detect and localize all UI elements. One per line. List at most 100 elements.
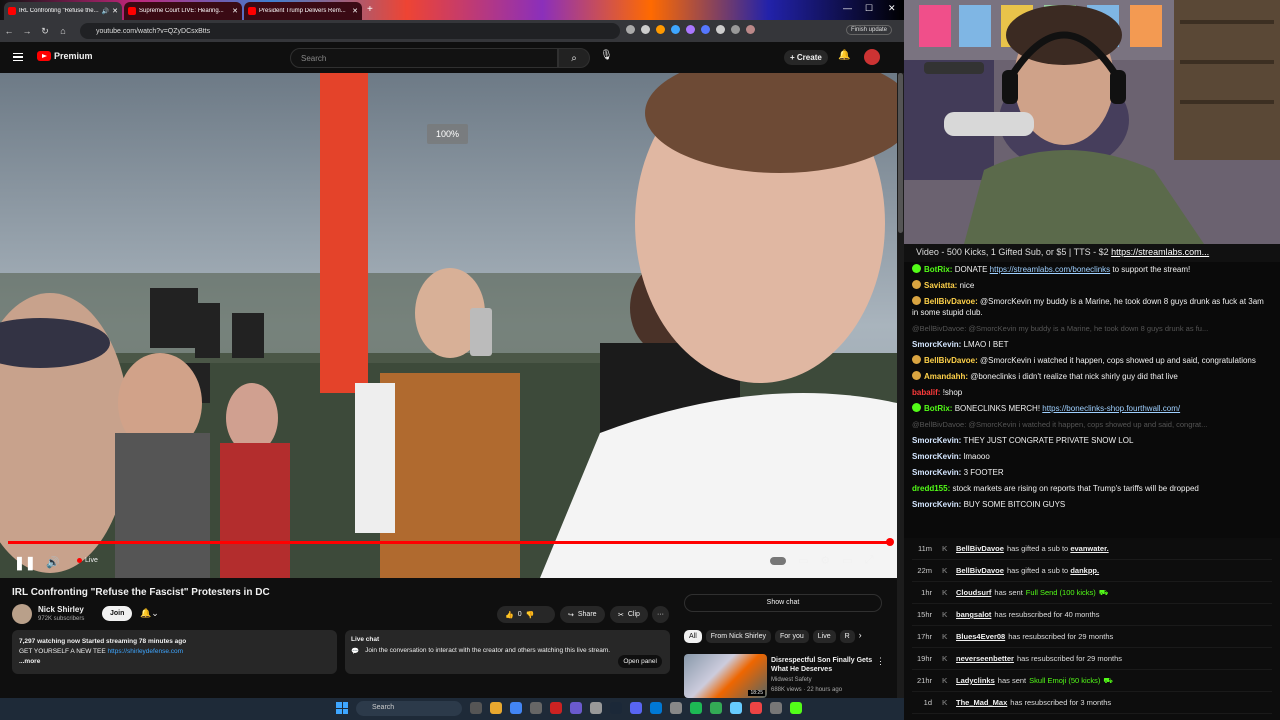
extension-icon[interactable]: [671, 25, 680, 34]
description-box[interactable]: 7,297 watching now Started streaming 78 …: [12, 630, 337, 674]
recommended-video[interactable]: 18:25 Disrespectful Son Finally Gets Wha…: [684, 654, 894, 698]
captions-icon[interactable]: ▭: [798, 554, 808, 567]
tab-close-icon[interactable]: ✕: [232, 7, 238, 15]
app-icon[interactable]: [550, 702, 562, 714]
recommended-title[interactable]: Disrespectful Son Finally Gets What He D…: [771, 656, 881, 674]
live-badge[interactable]: Live: [77, 557, 98, 564]
spotify-icon[interactable]: [690, 702, 702, 714]
more-actions-button[interactable]: ···: [652, 606, 669, 623]
channel-avatar[interactable]: [12, 604, 32, 624]
account-avatar[interactable]: [864, 49, 880, 65]
extension-icon[interactable]: [686, 25, 695, 34]
cast-icon[interactable]: [626, 25, 635, 34]
show-more[interactable]: ...more: [19, 657, 330, 667]
app-icon[interactable]: [710, 702, 722, 714]
steam-icon[interactable]: [610, 702, 622, 714]
recommended-channel[interactable]: Midwest Safety: [771, 677, 812, 683]
task-view-icon[interactable]: [470, 702, 482, 714]
tab-president-trump[interactable]: President Trump Delivers Rem... ✕: [244, 2, 362, 20]
app-icon[interactable]: [530, 702, 542, 714]
tab-supreme-court[interactable]: Supreme Court LIVE: Hearing... ✕: [124, 2, 242, 20]
autoplay-toggle[interactable]: [770, 556, 786, 565]
chat-username[interactable]: SmorcKevin:: [912, 468, 961, 477]
chat-username[interactable]: SmorcKevin:: [912, 340, 961, 349]
discord-icon[interactable]: [630, 702, 642, 714]
search-input[interactable]: Search: [290, 48, 558, 68]
app-icon[interactable]: [730, 702, 742, 714]
chip-live[interactable]: Live: [812, 630, 836, 643]
edge-icon[interactable]: [650, 702, 662, 714]
theater-mode-icon[interactable]: ▭: [842, 554, 852, 567]
chevron-right-icon[interactable]: ›: [859, 630, 862, 643]
channel-name[interactable]: Nick Shirley: [38, 605, 84, 614]
app-icon[interactable]: [570, 702, 582, 714]
chat-username[interactable]: SmorcKevin:: [912, 436, 961, 445]
chat-link[interactable]: https://boneclinks-shop.fourthwall.com/: [1042, 404, 1180, 413]
extension-icon[interactable]: [701, 25, 710, 34]
new-tab-button[interactable]: +: [367, 4, 373, 15]
chat-username[interactable]: Saviatta:: [924, 281, 957, 290]
app-icon[interactable]: [790, 702, 802, 714]
forward-icon[interactable]: →: [18, 26, 36, 36]
chat-username[interactable]: BotRix:: [924, 404, 952, 413]
kebab-menu-icon[interactable]: ⋮: [876, 656, 885, 667]
progress-bar[interactable]: [8, 541, 890, 544]
bookmark-star-icon[interactable]: [641, 25, 650, 34]
notifications-bell-icon[interactable]: 🔔: [838, 50, 850, 61]
app-icon[interactable]: [670, 702, 682, 714]
app-icon[interactable]: [590, 702, 602, 714]
chat-username[interactable]: dredd155:: [912, 484, 950, 493]
settings-gear-icon[interactable]: ⚙: [820, 554, 830, 567]
minimize-button[interactable]: —: [843, 3, 852, 13]
show-chat-button[interactable]: Show chat: [684, 594, 882, 612]
open-panel-button[interactable]: Open panel: [618, 655, 662, 668]
dislike-icon[interactable]: 👎: [526, 611, 535, 619]
chip-for-you[interactable]: For you: [775, 630, 809, 643]
chat-username[interactable]: SmorcKevin:: [912, 500, 961, 509]
clip-button[interactable]: ✂ Clip: [610, 606, 648, 623]
chat-username[interactable]: BellBivDavoe:: [924, 297, 978, 306]
create-button[interactable]: + Create: [784, 50, 828, 65]
progress-scrubber[interactable]: [886, 538, 894, 546]
url-field[interactable]: youtube.com/watch?v=QZyDCsxBtts: [80, 23, 620, 39]
youtube-logo[interactable]: Premium: [37, 51, 93, 61]
video-thumbnail[interactable]: 18:25: [684, 654, 767, 698]
like-icon[interactable]: 👍: [505, 611, 514, 619]
tab-close-icon[interactable]: ✕: [352, 7, 358, 15]
chip-from-channel[interactable]: From Nick Shirley: [705, 630, 772, 643]
profile-icon[interactable]: [746, 25, 755, 34]
taskbar-search-input[interactable]: Search: [356, 701, 462, 716]
windows-start-icon[interactable]: [336, 702, 348, 714]
chip-all[interactable]: All: [684, 630, 702, 643]
app-icon[interactable]: [770, 702, 782, 714]
video-player[interactable]: 100% ❚❚ 🔊 Live ▭ ⚙ ▭ ⤢: [0, 73, 897, 578]
extension-icon[interactable]: [656, 25, 665, 34]
notification-bell-dropdown[interactable]: 🔔⌄: [140, 608, 159, 619]
chat-username[interactable]: SmorcKevin:: [912, 452, 961, 461]
file-explorer-icon[interactable]: [490, 702, 502, 714]
chat-username[interactable]: BellBivDavoe:: [924, 356, 978, 365]
puzzle-icon[interactable]: [716, 25, 725, 34]
chat-username[interactable]: BotRix:: [924, 265, 952, 274]
description-link[interactable]: https://shirleydefense.com: [108, 648, 184, 655]
volume-icon[interactable]: 🔊: [46, 556, 60, 569]
chat-link[interactable]: https://streamlabs.com/boneclinks: [990, 265, 1111, 274]
chip-related[interactable]: R: [839, 630, 855, 643]
sidebar-icon[interactable]: [731, 25, 740, 34]
hamburger-menu-icon[interactable]: [13, 53, 23, 61]
tab-irl-confronting[interactable]: IRL Confronting "Refuse the... 🔊 ✕: [4, 2, 122, 20]
microphone-icon[interactable]: 🎙: [600, 50, 613, 61]
window-close-button[interactable]: ✕: [888, 3, 896, 14]
share-button[interactable]: ↪ Share: [560, 606, 605, 623]
search-button[interactable]: ⌕: [558, 48, 590, 68]
scrollbar-thumb[interactable]: [898, 73, 903, 233]
back-icon[interactable]: ←: [0, 26, 18, 36]
fullscreen-icon[interactable]: ⤢: [865, 554, 874, 567]
pause-button[interactable]: ❚❚: [14, 555, 36, 571]
home-icon[interactable]: ⌂: [54, 26, 72, 36]
tab-close-icon[interactable]: ✕: [112, 7, 118, 15]
join-button[interactable]: Join: [102, 606, 133, 621]
maximize-button[interactable]: ☐: [865, 3, 873, 14]
chat-username[interactable]: Amandahh:: [924, 372, 968, 381]
chrome-icon[interactable]: [510, 702, 522, 714]
